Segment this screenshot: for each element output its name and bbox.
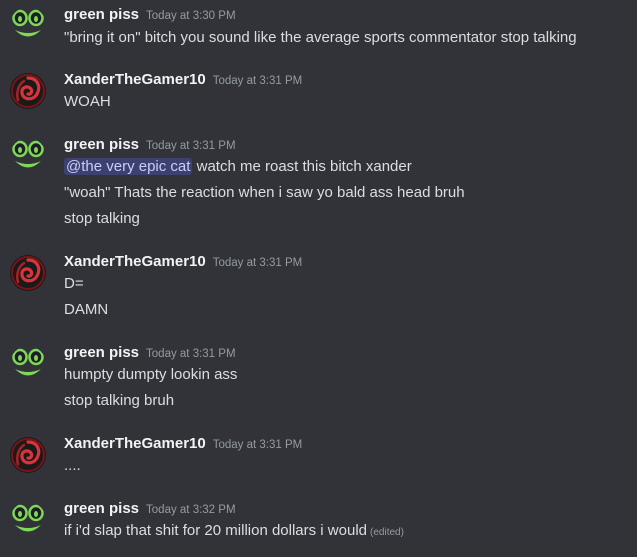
red-swirl-avatar[interactable] [10,73,46,109]
edited-label: (edited) [370,527,404,538]
timestamp: Today at 3:31 PM [146,348,236,360]
username[interactable]: green piss [64,6,139,23]
green-frog-avatar[interactable] [10,502,46,538]
green-frog-avatar[interactable] [10,7,46,43]
message-header: green piss Today at 3:31 PM [64,136,236,156]
message-header: XanderTheGamer10 Today at 3:31 PM [64,253,302,273]
username[interactable]: XanderTheGamer10 [64,253,206,270]
message-header: green piss Today at 3:32 PM [64,500,236,520]
username[interactable]: green piss [64,344,139,361]
timestamp: Today at 3:31 PM [212,439,303,451]
message-text: D= [64,275,84,292]
green-frog-avatar[interactable] [10,138,46,174]
username[interactable]: green piss [64,500,139,517]
message-header: green piss Today at 3:30 PM [64,6,236,26]
red-swirl-avatar[interactable] [10,255,46,291]
message-text: DAMN [64,301,109,318]
timestamp: Today at 3:31 PM [146,140,236,152]
message-text: .... [64,457,81,474]
green-frog-avatar[interactable] [10,346,46,382]
username[interactable]: green piss [64,136,139,153]
message-text: "bring it on" bitch you sound like the a… [64,29,577,46]
message-text: WOAH [64,93,111,110]
username[interactable]: XanderTheGamer10 [64,71,206,88]
message-text-rest: watch me roast this bitch xander [192,158,412,175]
message-text-body: if i'd slap that shit for 20 million dol… [64,522,368,539]
red-swirl-avatar[interactable] [10,437,46,473]
timestamp: Today at 3:31 PM [212,75,303,87]
message-text: humpty dumpty lookin ass [64,366,238,383]
username[interactable]: XanderTheGamer10 [64,435,206,452]
user-mention[interactable]: @the very epic cat [64,158,193,175]
timestamp: Today at 3:31 PM [212,257,303,269]
message-header: XanderTheGamer10 Today at 3:31 PM [64,435,302,455]
message-header: XanderTheGamer10 Today at 3:31 PM [64,71,302,91]
timestamp: Today at 3:32 PM [146,504,236,516]
message-text: "woah" Thats the reaction when i saw yo … [64,184,465,201]
message-text: stop talking bruh [64,392,175,409]
message-text: @the very epic cat watch me roast this b… [64,156,412,178]
message-text: stop talking [64,210,140,227]
message-header: green piss Today at 3:31 PM [64,344,236,364]
timestamp: Today at 3:30 PM [146,10,236,22]
message-text: if i'd slap that shit for 20 million dol… [64,520,404,542]
